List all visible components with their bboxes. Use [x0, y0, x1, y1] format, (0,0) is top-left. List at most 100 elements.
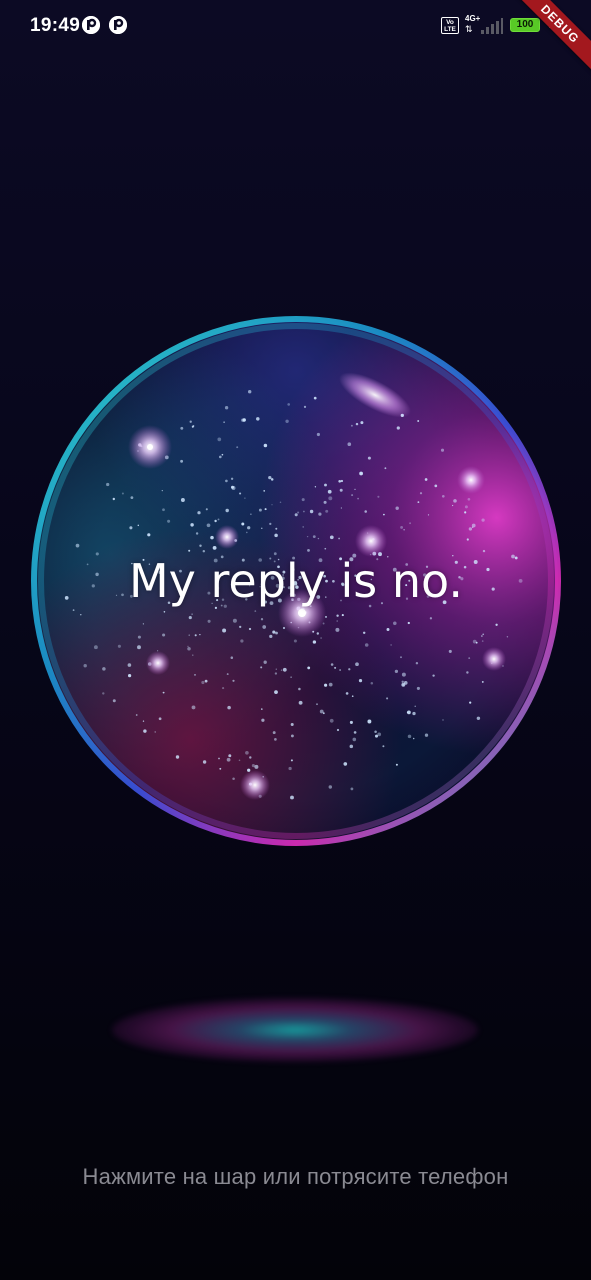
star-dust-particle	[121, 492, 124, 495]
star-dust-particle	[442, 719, 444, 721]
star-dust-particle	[254, 764, 259, 769]
star-dust-particle	[248, 627, 252, 631]
star-dust-particle	[351, 695, 354, 698]
star-dust-particle	[336, 728, 340, 732]
star-dust-particle	[143, 729, 147, 733]
star-dust-particle	[353, 731, 357, 734]
star-dust-particle	[271, 504, 273, 506]
star-dust-particle	[260, 618, 264, 621]
star-dust-particle	[287, 403, 291, 406]
star-dust-particle	[401, 672, 406, 677]
star-dust-particle	[384, 467, 387, 470]
star-dust-particle	[80, 614, 82, 616]
star-dust-particle	[424, 478, 428, 481]
star-dust-particle	[285, 419, 289, 423]
star-dust-particle	[358, 678, 363, 683]
star-dust-particle	[355, 422, 359, 426]
star-dust-particle	[394, 669, 399, 674]
star-dust-particle	[191, 705, 196, 710]
star-dust-particle	[412, 711, 416, 716]
star-dust-particle	[106, 482, 110, 487]
star-dust-particle	[158, 717, 162, 721]
star-dust-particle	[330, 663, 334, 666]
star-dust-particle	[268, 475, 272, 480]
star-dust-particle	[329, 718, 334, 723]
star-dust-particle	[312, 535, 316, 539]
star-dust-particle	[250, 513, 252, 516]
star-dust-particle	[290, 795, 294, 800]
star-dust-particle	[180, 498, 185, 502]
star-dust-particle	[307, 666, 311, 670]
star-dust-particle	[317, 537, 320, 540]
star-dust-particle	[288, 766, 292, 771]
magic-orb[interactable]: My reply is no.	[30, 315, 562, 847]
star-dust-particle	[207, 619, 211, 623]
star-dust-particle	[362, 631, 366, 635]
star-dust-particle	[482, 549, 486, 553]
star-dust-particle	[240, 639, 244, 643]
star-dust-particle	[375, 734, 378, 738]
star-dust-particle	[275, 527, 278, 530]
star-dust-particle	[175, 755, 180, 759]
star-dust-particle	[187, 645, 189, 648]
star-dust-particle	[293, 639, 297, 643]
star-dust-particle	[327, 489, 332, 494]
star-dust-particle	[440, 448, 445, 452]
star-dust-particle	[225, 508, 229, 513]
star-dust-particle	[340, 479, 344, 483]
star-dust-particle	[128, 674, 132, 678]
star-dust-particle	[238, 759, 241, 762]
star-dust-particle	[282, 667, 287, 672]
star-dust-particle	[298, 687, 301, 691]
star-dust-particle	[222, 687, 225, 690]
star-dust-particle	[137, 524, 140, 527]
star-dust-particle	[202, 760, 207, 764]
star-dust-particle	[340, 507, 343, 509]
star-dust-particle	[199, 544, 202, 548]
orb-answer-text: My reply is no.	[128, 554, 464, 608]
star-dust-particle	[402, 684, 405, 686]
star-dust-particle	[466, 671, 469, 674]
star-dust-particle	[415, 661, 419, 665]
p-notification-icon	[109, 16, 127, 34]
star-dust-particle	[417, 420, 420, 422]
star-dust-particle	[272, 630, 276, 634]
star-dust-particle	[466, 538, 469, 541]
star-dust-particle	[328, 496, 333, 501]
star-dust-particle	[482, 633, 485, 636]
star-dust-particle	[325, 509, 329, 513]
star-dust-particle	[336, 620, 338, 622]
star-dust-particle	[162, 633, 166, 637]
star-dust-particle	[312, 640, 317, 644]
star-dust-particle	[232, 618, 237, 623]
star-dust-particle	[199, 633, 201, 636]
star-dust-particle	[217, 437, 222, 442]
star-dust-particle	[290, 759, 293, 762]
star-dust-particle	[338, 479, 342, 483]
star-dust-particle	[316, 432, 320, 437]
star-dust-particle	[403, 681, 408, 685]
star-dust-particle	[349, 744, 354, 749]
star-dust-particle	[274, 672, 278, 675]
star-dust-particle	[241, 522, 245, 526]
star-dust-particle	[251, 764, 255, 768]
star-dust-particle	[189, 420, 192, 423]
star-dust-particle	[187, 647, 191, 651]
star-dust-particle	[434, 484, 438, 488]
star-dust-particle	[390, 644, 392, 646]
star-dust-particle	[254, 610, 257, 612]
status-time: 19:49	[30, 15, 81, 36]
star-dust-particle	[137, 635, 141, 639]
star-dust-particle	[247, 526, 251, 530]
star-dust-particle	[335, 627, 340, 632]
star-dust-particle	[263, 443, 268, 448]
star-dust-particle	[230, 477, 234, 480]
star-dust-particle	[400, 656, 402, 659]
star-dust-particle	[323, 500, 327, 504]
volte-icon: Vo LTE	[441, 17, 459, 34]
star-dust-particle	[194, 634, 197, 637]
star-dust-particle	[223, 421, 225, 423]
star-dust-particle	[290, 734, 294, 738]
star-dust-particle	[481, 518, 485, 522]
star-dust-particle	[212, 545, 217, 550]
